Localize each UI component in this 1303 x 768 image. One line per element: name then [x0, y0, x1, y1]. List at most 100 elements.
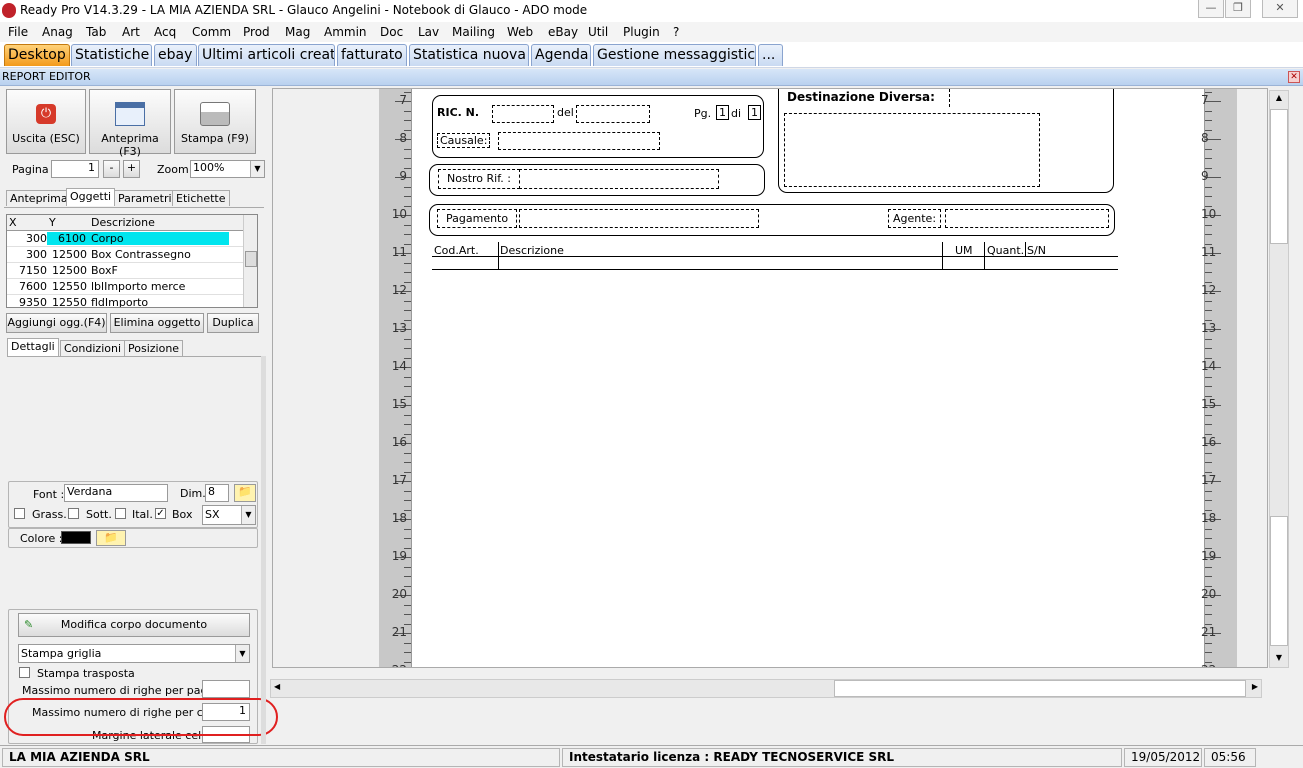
ruler-tick: [404, 490, 411, 492]
menu-lav[interactable]: Lav: [418, 25, 439, 39]
ruler-tick: [404, 338, 411, 340]
menu-ebay[interactable]: eBay: [548, 25, 578, 39]
table-row[interactable]: 300 12500 Box Contrassegno: [7, 247, 243, 263]
header-x[interactable]: X: [9, 216, 49, 229]
print-mode-select[interactable]: Stampa griglia ▼: [18, 644, 250, 663]
folder-icon[interactable]: 📁: [96, 530, 126, 546]
col-header-rule: [432, 256, 1118, 257]
table-row[interactable]: 9350 12550 fldImporto: [7, 295, 243, 307]
chevron-down-icon[interactable]: ▼: [250, 161, 264, 177]
menu-file[interactable]: File: [8, 25, 28, 39]
menu-web[interactable]: Web: [507, 25, 533, 39]
box-label: Box: [172, 508, 193, 521]
bold-label: Grass.: [32, 508, 67, 521]
menu-prod[interactable]: Prod: [243, 25, 270, 39]
zoom-select[interactable]: 100% ▼: [190, 160, 265, 178]
table-row[interactable]: 300 6100 Corpo: [7, 231, 243, 247]
chevron-left-icon[interactable]: ◀: [274, 682, 280, 691]
canvas-horizontal-scrollbar[interactable]: ◀ ▶: [270, 679, 1262, 698]
underline-checkbox[interactable]: [68, 508, 79, 519]
scroll-track-lower[interactable]: [1270, 516, 1288, 646]
tab-anteprima[interactable]: Anteprima: [6, 190, 72, 206]
tab-gestione-messaggistica[interactable]: Gestione messaggistica: [593, 44, 756, 66]
chevron-down-icon[interactable]: ▼: [1272, 653, 1286, 667]
canvas-vertical-scrollbar[interactable]: ▲ ▼: [1269, 90, 1289, 668]
print-button[interactable]: Stampa (F9): [174, 89, 256, 154]
menu-mag[interactable]: Mag: [285, 25, 310, 39]
menu-doc[interactable]: Doc: [380, 25, 403, 39]
cell-y: 12550: [52, 280, 87, 293]
align-select[interactable]: SX ▼: [202, 505, 256, 525]
tab-parametri[interactable]: Parametri: [114, 190, 176, 206]
scroll-thumb[interactable]: [245, 251, 257, 267]
chevron-right-icon[interactable]: ▶: [1252, 682, 1258, 691]
folder-icon[interactable]: 📁: [234, 484, 256, 502]
page-next-button[interactable]: +: [123, 160, 140, 178]
tab-statistiche[interactable]: Statistiche: [71, 44, 152, 66]
preview-icon: [115, 102, 145, 126]
cell-x: 300: [26, 248, 47, 261]
ruler-tick: [404, 652, 411, 653]
chevron-up-icon[interactable]: ▲: [1272, 93, 1286, 107]
close-button[interactable]: ✕: [1262, 0, 1298, 18]
modify-body-button[interactable]: ✎ Modifica corpo documento: [18, 613, 250, 637]
table-row[interactable]: 7150 12500 BoxF: [7, 263, 243, 279]
restore-button[interactable]: ❐: [1225, 0, 1251, 18]
table-row[interactable]: 7600 12550 lblImporto merce: [7, 279, 243, 295]
chevron-down-icon[interactable]: ▼: [235, 645, 249, 662]
ruler-tick: [1205, 386, 1212, 387]
menu-anag[interactable]: Anag: [42, 25, 73, 39]
tab-desktop[interactable]: Desktop: [4, 44, 70, 66]
page-prev-button[interactable]: -: [103, 160, 120, 178]
preview-button[interactable]: Anteprima (F3): [89, 89, 171, 158]
ruler-tick: [1205, 158, 1212, 159]
table-scrollbar[interactable]: [243, 215, 257, 307]
menu-help[interactable]: ?: [673, 25, 679, 39]
menu-util[interactable]: Util: [588, 25, 608, 39]
modify-body-label: Modifica corpo documento: [60, 618, 208, 631]
menu-ammin[interactable]: Ammin: [324, 25, 367, 39]
box-checkbox[interactable]: ✓: [155, 508, 166, 519]
italic-checkbox[interactable]: [115, 508, 126, 519]
scroll-thumb[interactable]: [834, 680, 1246, 697]
tab-etichette[interactable]: Etichette: [172, 190, 230, 206]
tab-more[interactable]: ...: [758, 44, 783, 66]
tab-fatturato[interactable]: fatturato: [337, 44, 407, 66]
close-editor-icon[interactable]: ✕: [1288, 71, 1300, 83]
menu-tab[interactable]: Tab: [86, 25, 106, 39]
tab-posizione[interactable]: Posizione: [124, 340, 184, 356]
tab-statistica-nuova[interactable]: Statistica nuova: [409, 44, 529, 66]
ruler-number: 13: [391, 321, 407, 335]
tab-ebay[interactable]: ebay: [154, 44, 197, 66]
tab-condizioni[interactable]: Condizioni: [60, 340, 126, 356]
header-descrizione[interactable]: Descrizione: [91, 216, 155, 229]
page-input[interactable]: 1: [51, 160, 99, 178]
delete-object-button[interactable]: Elimina oggetto: [110, 313, 204, 333]
menu-comm[interactable]: Comm: [192, 25, 231, 39]
power-icon: ⏻: [36, 104, 56, 124]
font-size-input[interactable]: 8: [205, 484, 229, 502]
menu-art[interactable]: Art: [122, 25, 140, 39]
bold-checkbox[interactable]: [14, 508, 25, 519]
tab-dettagli[interactable]: Dettagli: [7, 338, 59, 356]
minimize-button[interactable]: —: [1198, 0, 1224, 18]
tab-agenda[interactable]: Agenda: [531, 44, 591, 66]
menu-plugin[interactable]: Plugin: [623, 25, 660, 39]
duplicate-button[interactable]: Duplica: [207, 313, 259, 333]
scroll-thumb[interactable]: [1270, 109, 1288, 244]
tab-oggetti[interactable]: Oggetti: [66, 188, 116, 206]
col-divider: [984, 242, 985, 269]
menu-acq[interactable]: Acq: [154, 25, 176, 39]
exit-button[interactable]: ⏻ Uscita (ESC): [6, 89, 86, 154]
header-y[interactable]: Y: [49, 216, 87, 229]
col-divider: [1025, 242, 1026, 256]
chevron-down-icon[interactable]: ▼: [241, 506, 255, 524]
menu-mailing[interactable]: Mailing: [452, 25, 495, 39]
left-panel-scrollbar[interactable]: [261, 356, 266, 744]
color-swatch[interactable]: [61, 531, 91, 544]
max-rows-page-input[interactable]: [202, 680, 250, 698]
transpose-checkbox[interactable]: [19, 667, 30, 678]
tab-ultimi-articoli[interactable]: Ultimi articoli creati: [198, 44, 335, 66]
font-input[interactable]: Verdana: [64, 484, 168, 502]
add-object-button[interactable]: Aggiungi ogg.(F4): [6, 313, 107, 333]
